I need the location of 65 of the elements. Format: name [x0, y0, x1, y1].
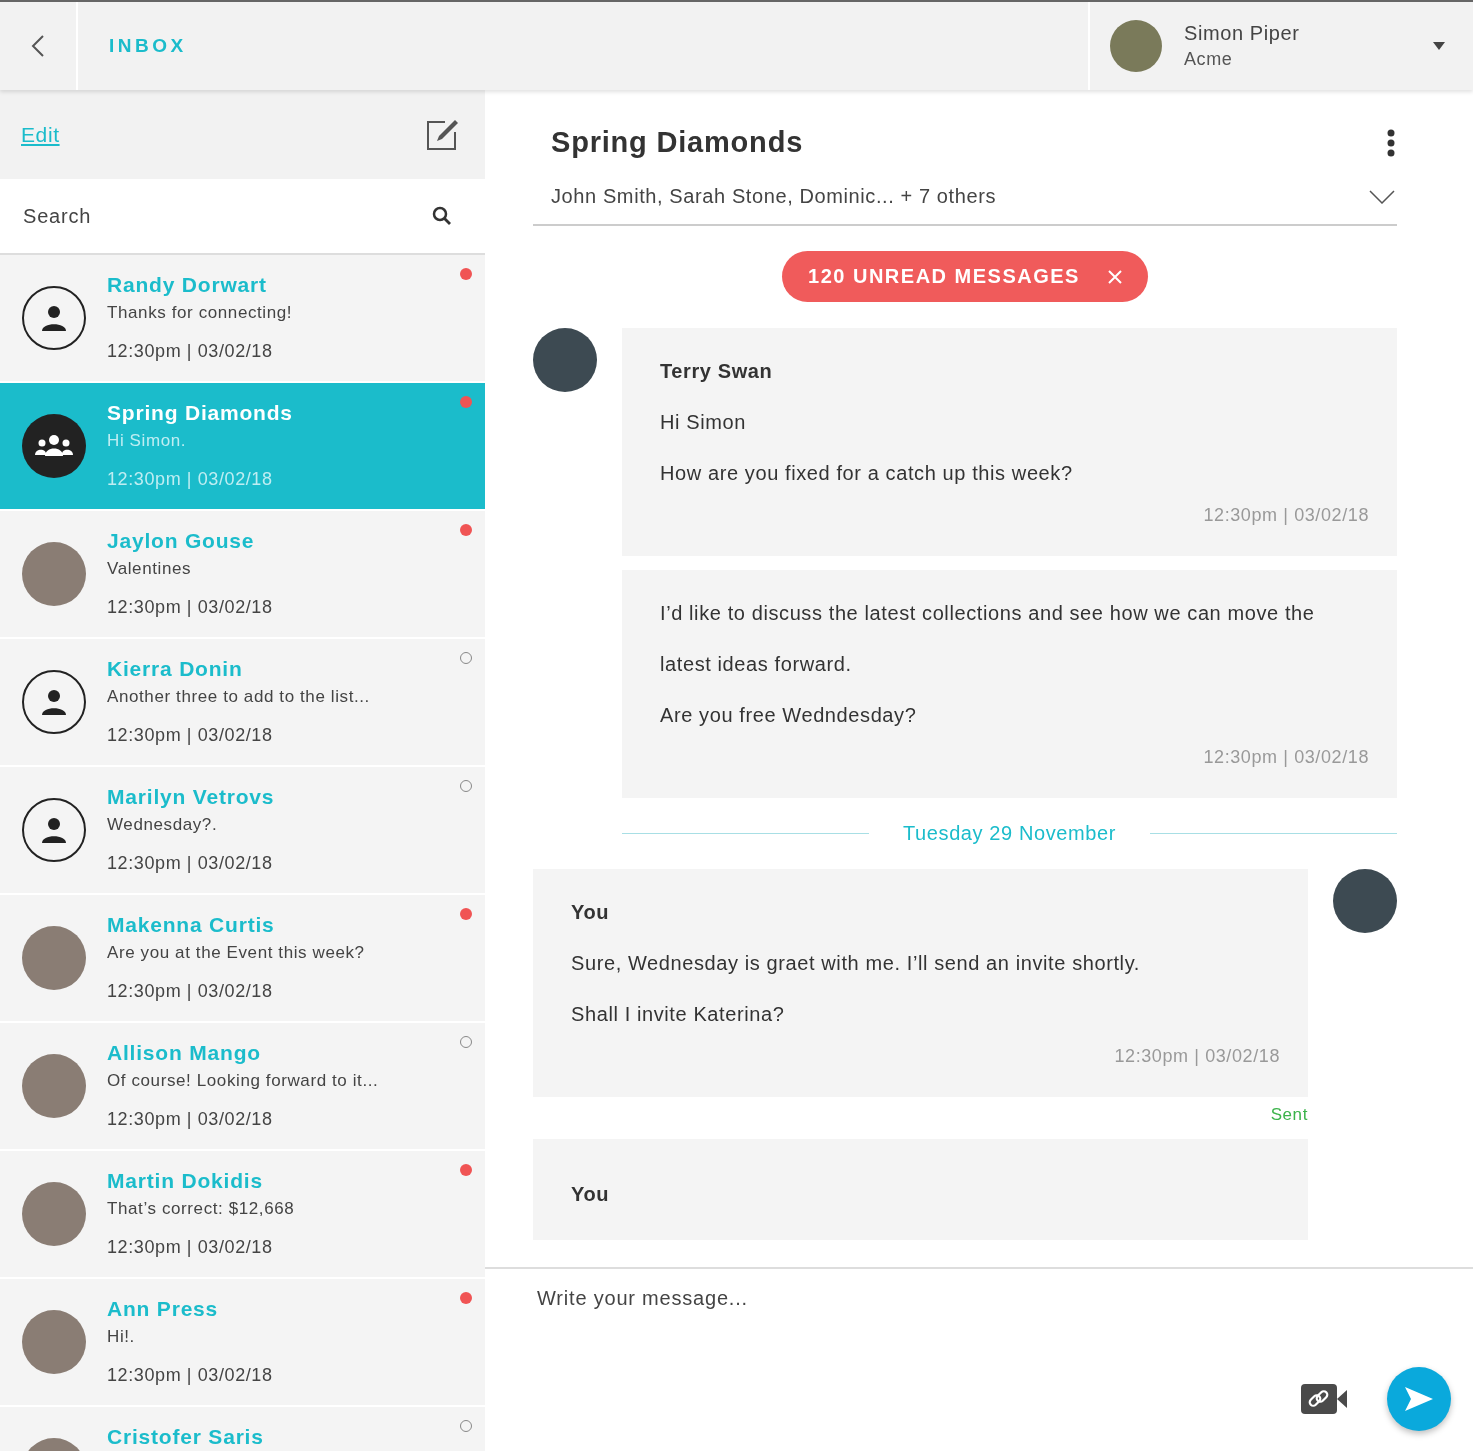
message-text: Sure, Wednesday is graet with me. I’ll send an invite shortly. — [571, 951, 1141, 976]
message-text: I’d like to discuss the latest collections and see how we can move the latest ideas forward. — [660, 601, 1316, 677]
message-preview: Of course! Looking forward to it... — [107, 1071, 380, 1091]
search-icon[interactable] — [432, 206, 452, 226]
contact-name: Makenna Curtis — [107, 913, 276, 937]
message-preview: That’s correct: $12,668 — [107, 1199, 296, 1219]
date-divider: Tuesday 29 November — [903, 822, 1116, 845]
message-time: 12:30pm | 03/02/18 — [107, 981, 274, 1002]
chat-title: Spring Diamonds — [551, 126, 804, 159]
contact-name: Ann Press — [107, 1297, 220, 1321]
person-icon — [22, 286, 86, 350]
unread-count: 120 UNREAD MESSAGES — [808, 265, 1080, 288]
contact-name: Jaylon Gouse — [107, 529, 256, 553]
contact-name: Kierra Donin — [107, 657, 244, 681]
sender-name: You — [571, 900, 611, 925]
message-preview: Another three to add to the list... — [107, 687, 371, 707]
chevron-down-icon[interactable] — [1369, 189, 1395, 204]
user-name: Simon Piper — [1184, 22, 1301, 45]
message-preview: Thanks for connecting! — [107, 303, 294, 323]
message-time: 12:30pm | 03/02/18 — [107, 1109, 274, 1130]
contact-name: Randy Dorwart — [107, 273, 268, 297]
message-preview: Wednesday?. — [107, 815, 219, 835]
page-title: INBOX — [108, 34, 188, 58]
message-time: 12:30pm | 03/02/18 — [1203, 747, 1369, 768]
contact-name: Allison Mango — [107, 1041, 262, 1065]
message-text: Are you free Wedndesday? — [660, 703, 918, 728]
company-name: Acme — [1184, 49, 1234, 70]
user-avatar — [1110, 20, 1162, 72]
message-time: 12:30pm | 03/02/18 — [107, 341, 274, 362]
search-field[interactable]: Search — [0, 179, 485, 255]
message-preview: Hi!. — [107, 1327, 136, 1347]
message-time: 12:30pm | 03/02/18 — [107, 469, 274, 490]
sender-name: You — [571, 1182, 611, 1207]
person-icon — [22, 798, 86, 862]
message-preview: Are you at the Event this week? — [107, 943, 366, 963]
message-text: Shall I invite Katerina? — [571, 1002, 786, 1027]
message-text: How are you fixed for a catch up this week? — [660, 461, 1074, 486]
message-time: 12:30pm | 03/02/18 — [107, 1365, 274, 1386]
more-icon[interactable] — [1387, 128, 1395, 157]
user-menu[interactable]: Simon Piper Acme — [1088, 2, 1473, 90]
dropdown-icon — [1433, 42, 1445, 50]
contact-name: Cristofer Saris — [107, 1425, 265, 1449]
send-icon — [1405, 1387, 1433, 1411]
participants-list: John Smith, Sarah Stone, Dominic... + 7 others — [551, 185, 997, 208]
message-preview: Valentines — [107, 559, 193, 579]
sender-name: Terry Swan — [660, 359, 774, 384]
message-time: 12:30pm | 03/02/18 — [1203, 505, 1369, 526]
back-icon[interactable] — [31, 34, 45, 58]
contact-name: Marilyn Vetrovs — [107, 785, 276, 809]
contact-name: Martin Dokidis — [107, 1169, 264, 1193]
message-time: 12:30pm | 03/02/18 — [1114, 1046, 1280, 1067]
message-text: Hi Simon — [660, 410, 747, 435]
close-icon[interactable] — [1107, 269, 1122, 284]
compose-icon[interactable] — [425, 117, 459, 152]
message-preview: Hi Simon. — [107, 431, 188, 451]
message-time: 12:30pm | 03/02/18 — [107, 597, 274, 618]
message-time: 12:30pm | 03/02/18 — [107, 1237, 274, 1258]
delivery-status: Sent — [1270, 1105, 1308, 1125]
message-time: 12:30pm | 03/02/18 — [107, 853, 274, 874]
video-link-icon[interactable] — [1299, 1382, 1349, 1416]
send-button[interactable] — [1387, 1367, 1451, 1431]
contact-name: Spring Diamonds — [107, 401, 294, 425]
message-time: 12:30pm | 03/02/18 — [107, 725, 274, 746]
person-icon — [22, 670, 86, 734]
search-input[interactable]: Search — [21, 203, 432, 229]
